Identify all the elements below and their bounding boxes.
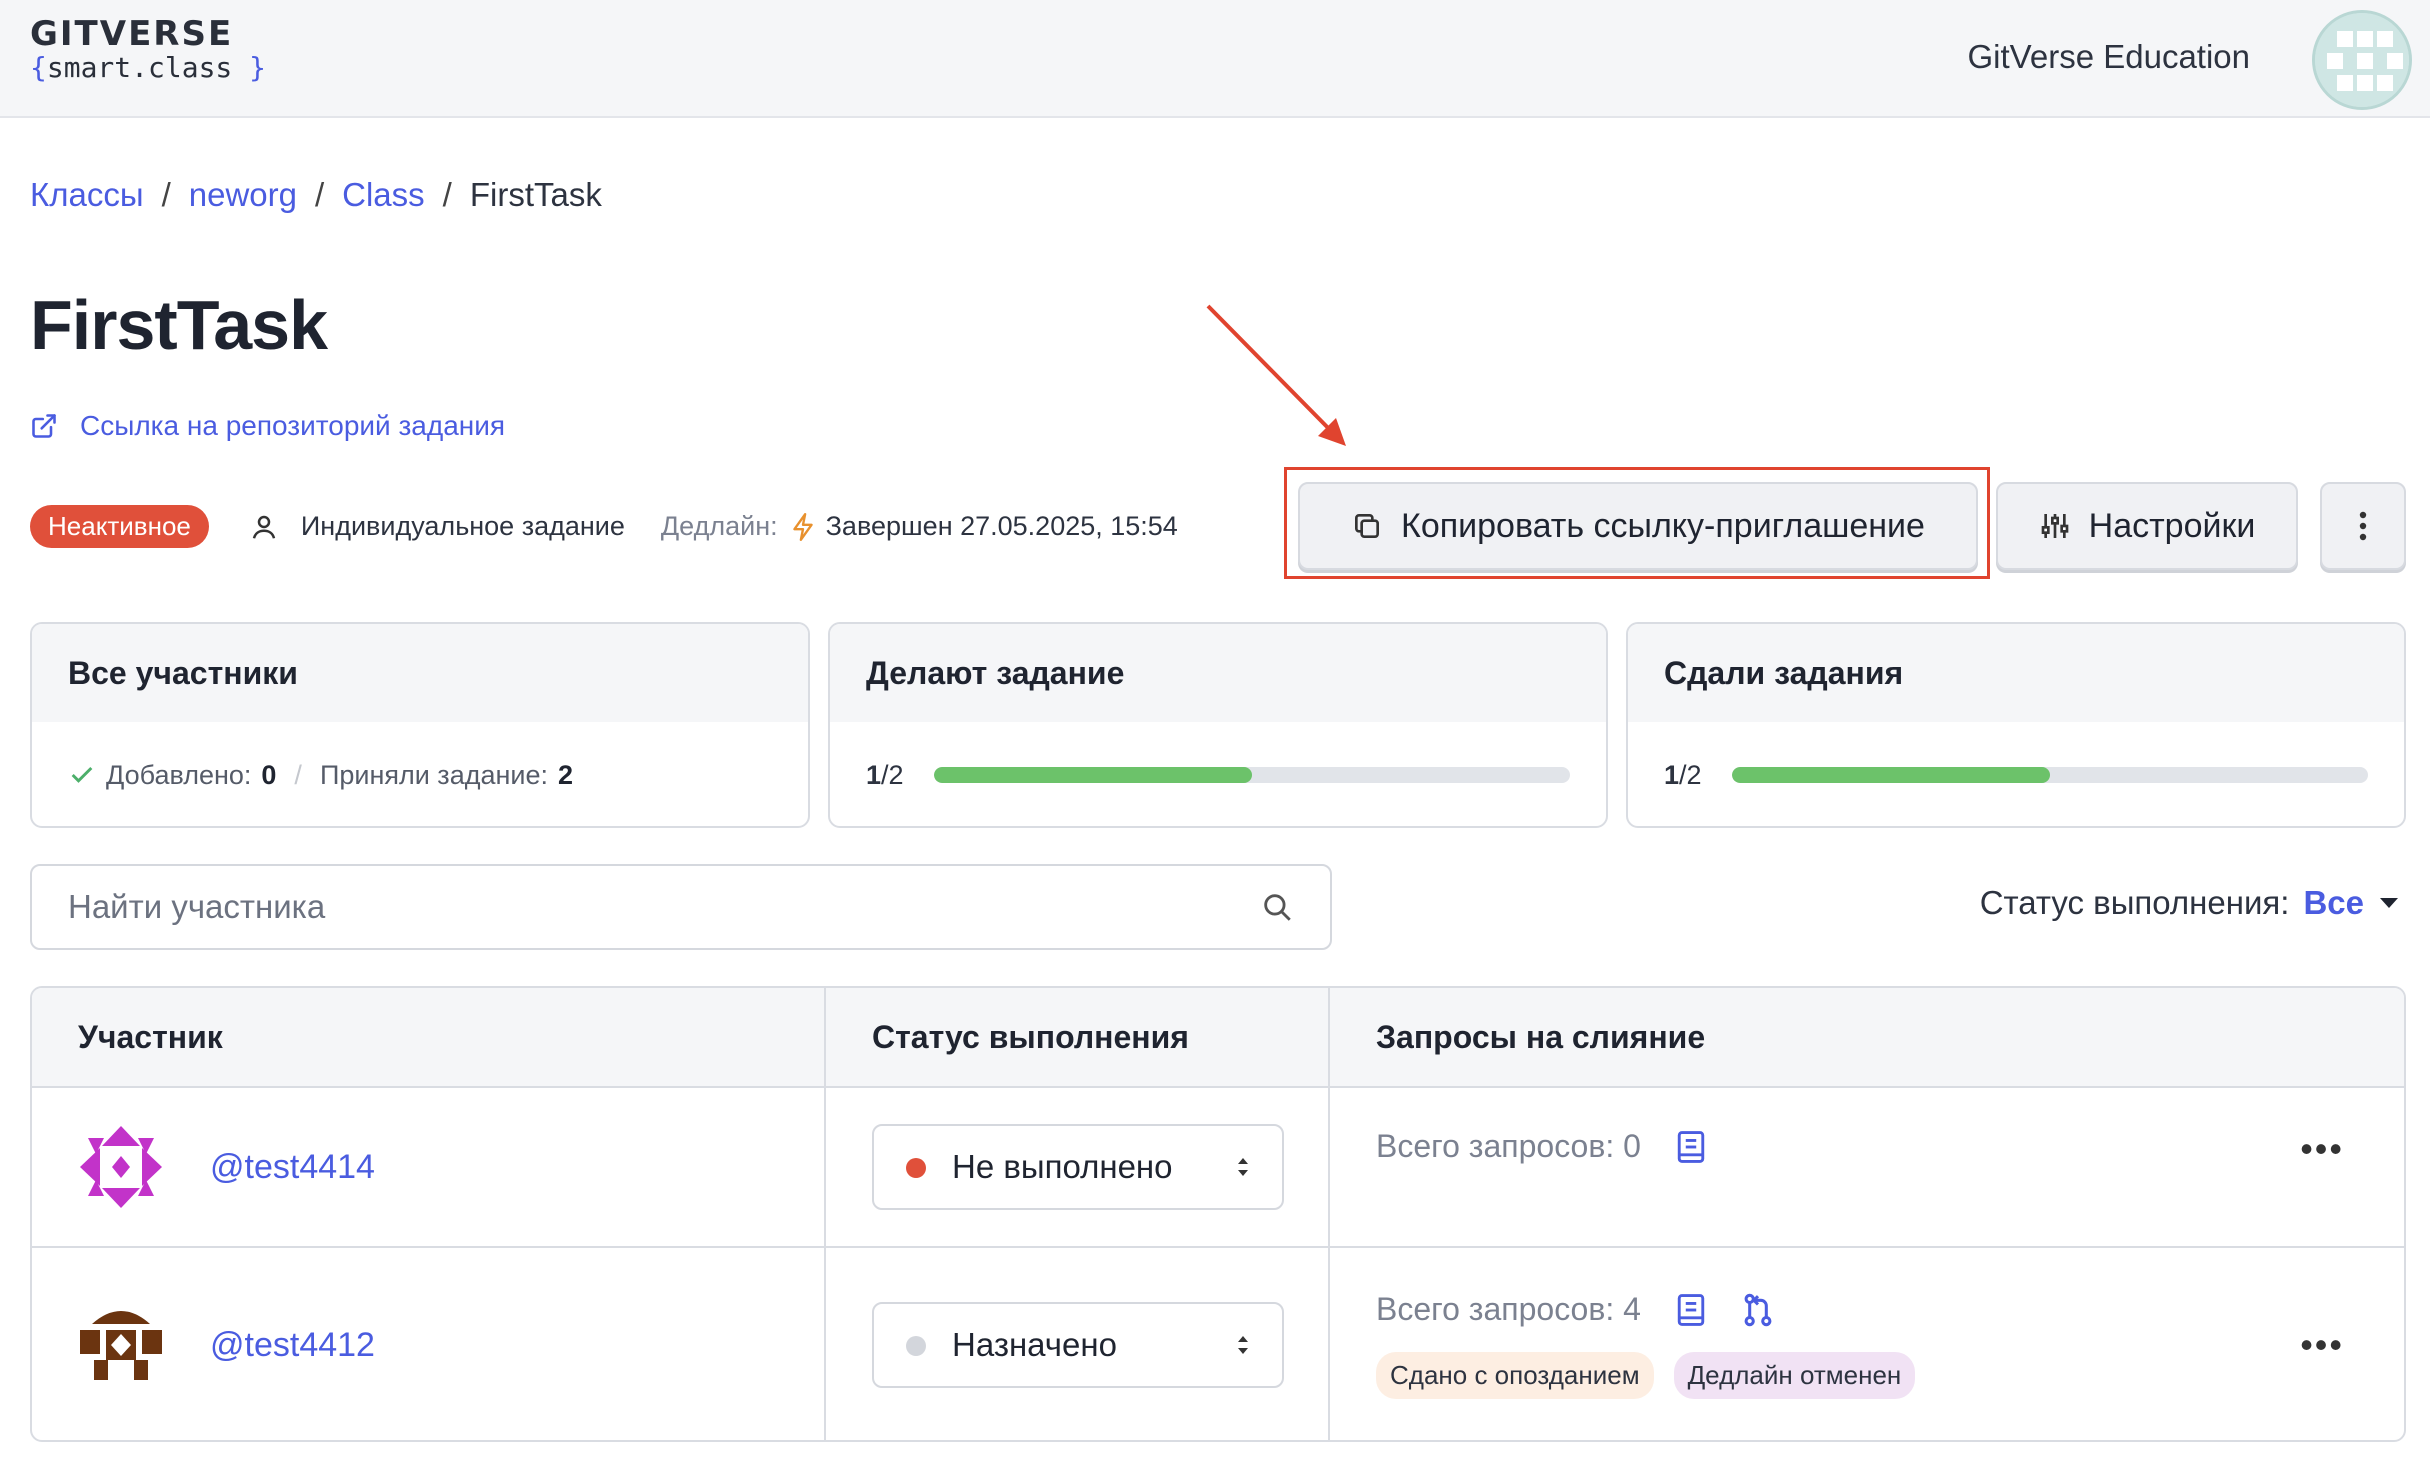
row-more-button[interactable]: ••• (2300, 1128, 2344, 1170)
filter-value: Все (2303, 884, 2364, 921)
logo-subtitle: {smart.class } (30, 51, 267, 84)
breadcrumb-class[interactable]: Class (342, 176, 425, 213)
assignment-type: Индивидуальное задание (300, 511, 625, 541)
breadcrumb-current: FirstTask (469, 176, 602, 213)
status-dot (906, 1336, 926, 1356)
repo-link-label: Ссылка на репозиторий задания (80, 410, 506, 441)
accepted-value: 2 (558, 759, 574, 790)
search-icon[interactable] (1260, 890, 1294, 924)
copy-invite-button[interactable]: Копировать ссылку-приглашение (1298, 482, 1978, 570)
breadcrumb: Классы / neworg / Class / FirstTask (30, 176, 602, 213)
card-title: Все участники (32, 624, 808, 722)
added-value: 0 (261, 759, 277, 790)
table-row: @test4412 Назначено Всего запросов: 4 Сд… (32, 1246, 2404, 1440)
book-icon[interactable] (1675, 1293, 1707, 1327)
added-label: Добавлено: (106, 759, 252, 790)
assignment-meta: Неактивное Индивидуальное задание Дедлай… (30, 505, 1178, 548)
status-label: Не выполнено (952, 1148, 1173, 1185)
header-merge-requests: Запросы на слияние (1376, 1019, 1706, 1055)
sliders-icon (2041, 514, 2068, 538)
status-select[interactable]: Не выполнено (872, 1124, 1284, 1210)
card-doing: Делают задание 1/2 (828, 622, 1608, 828)
merge-requests-total: Всего запросов: 4 (1376, 1291, 1641, 1327)
progress-fill (933, 767, 1252, 783)
merge-requests-total: Всего запросов: 0 (1376, 1128, 1641, 1164)
settings-label: Настройки (2088, 506, 2256, 545)
logo-brand: GITVERSE (30, 14, 234, 54)
vertical-dots-icon (2359, 511, 2367, 541)
copy-icon (1355, 514, 1380, 538)
status-dot (906, 1158, 926, 1178)
pull-request-icon[interactable] (1741, 1292, 1775, 1328)
card-title: Делают задание (830, 624, 1606, 722)
user-identicon[interactable] (78, 1302, 164, 1388)
status-badge: Неактивное (30, 505, 209, 548)
settings-button[interactable]: Настройки (1996, 482, 2298, 570)
annotation-arrow (1206, 304, 1346, 446)
participant-username[interactable]: @test4412 (210, 1326, 375, 1365)
table-header: Участник Статус выполнения Запросы на сл… (32, 988, 2404, 1086)
participant-username[interactable]: @test4414 (210, 1148, 375, 1187)
top-bar: GITVERSE {smart.class } GitVerse Educati… (0, 0, 2430, 118)
external-link-icon (32, 414, 56, 438)
user-avatar[interactable] (2312, 10, 2412, 110)
select-arrows-icon (1238, 1336, 1248, 1354)
page-title: FirstTask (30, 286, 328, 364)
deadline-label: Дедлайн: (660, 511, 778, 541)
caret-down-icon (2380, 898, 2398, 908)
tag-deadline-cancelled: Дедлайн отменен (1673, 1352, 1916, 1399)
person-icon (252, 515, 276, 539)
table-row: @test4414 Не выполнено Всего запросов: 0… (32, 1086, 2404, 1246)
progress-fill (1731, 767, 2050, 783)
card-submitted: Сдали задания 1/2 (1626, 622, 2406, 828)
card-title: Сдали задания (1628, 624, 2404, 722)
copy-invite-label: Копировать ссылку-приглашение (1401, 506, 1925, 545)
status-label: Назначено (952, 1326, 1117, 1363)
header-status: Статус выполнения (826, 988, 1330, 1086)
organization-name[interactable]: GitVerse Education (1968, 38, 2251, 76)
user-identicon[interactable] (78, 1124, 164, 1210)
progress-count: 1/2 (1664, 759, 1702, 790)
status-filter[interactable]: Статус выполнения: Все (1980, 884, 2400, 922)
stat-divider: / (294, 759, 302, 790)
progress-bar (933, 767, 1570, 783)
progress-bar (1731, 767, 2368, 783)
status-select[interactable]: Назначено (872, 1302, 1284, 1388)
check-icon (71, 766, 93, 783)
deadline-value: Завершен 27.05.2025, 15:54 (825, 511, 1178, 541)
accepted-label: Приняли задание: (319, 759, 548, 790)
breadcrumb-org[interactable]: neworg (189, 176, 297, 213)
participants-table: Участник Статус выполнения Запросы на сл… (30, 986, 2406, 1442)
tag-late-submission: Сдано с опозданием (1376, 1352, 1654, 1399)
header-participant: Участник (32, 988, 826, 1086)
search-input[interactable] (68, 888, 1068, 926)
more-actions-button[interactable] (2320, 482, 2406, 570)
filter-label: Статус выполнения: (1979, 884, 2290, 921)
repo-link[interactable]: Ссылка на репозиторий задания (30, 410, 505, 442)
row-more-button[interactable]: ••• (2300, 1324, 2344, 1366)
search-box (30, 864, 1332, 950)
logo[interactable]: GITVERSE {smart.class } (30, 16, 266, 84)
select-arrows-icon (1238, 1158, 1248, 1176)
breadcrumb-classes[interactable]: Классы (30, 176, 144, 213)
book-icon[interactable] (1675, 1130, 1707, 1164)
progress-count: 1/2 (866, 759, 904, 790)
card-all-participants: Все участники Добавлено: 0 / Приняли зад… (30, 622, 810, 828)
lightning-icon (792, 512, 813, 541)
